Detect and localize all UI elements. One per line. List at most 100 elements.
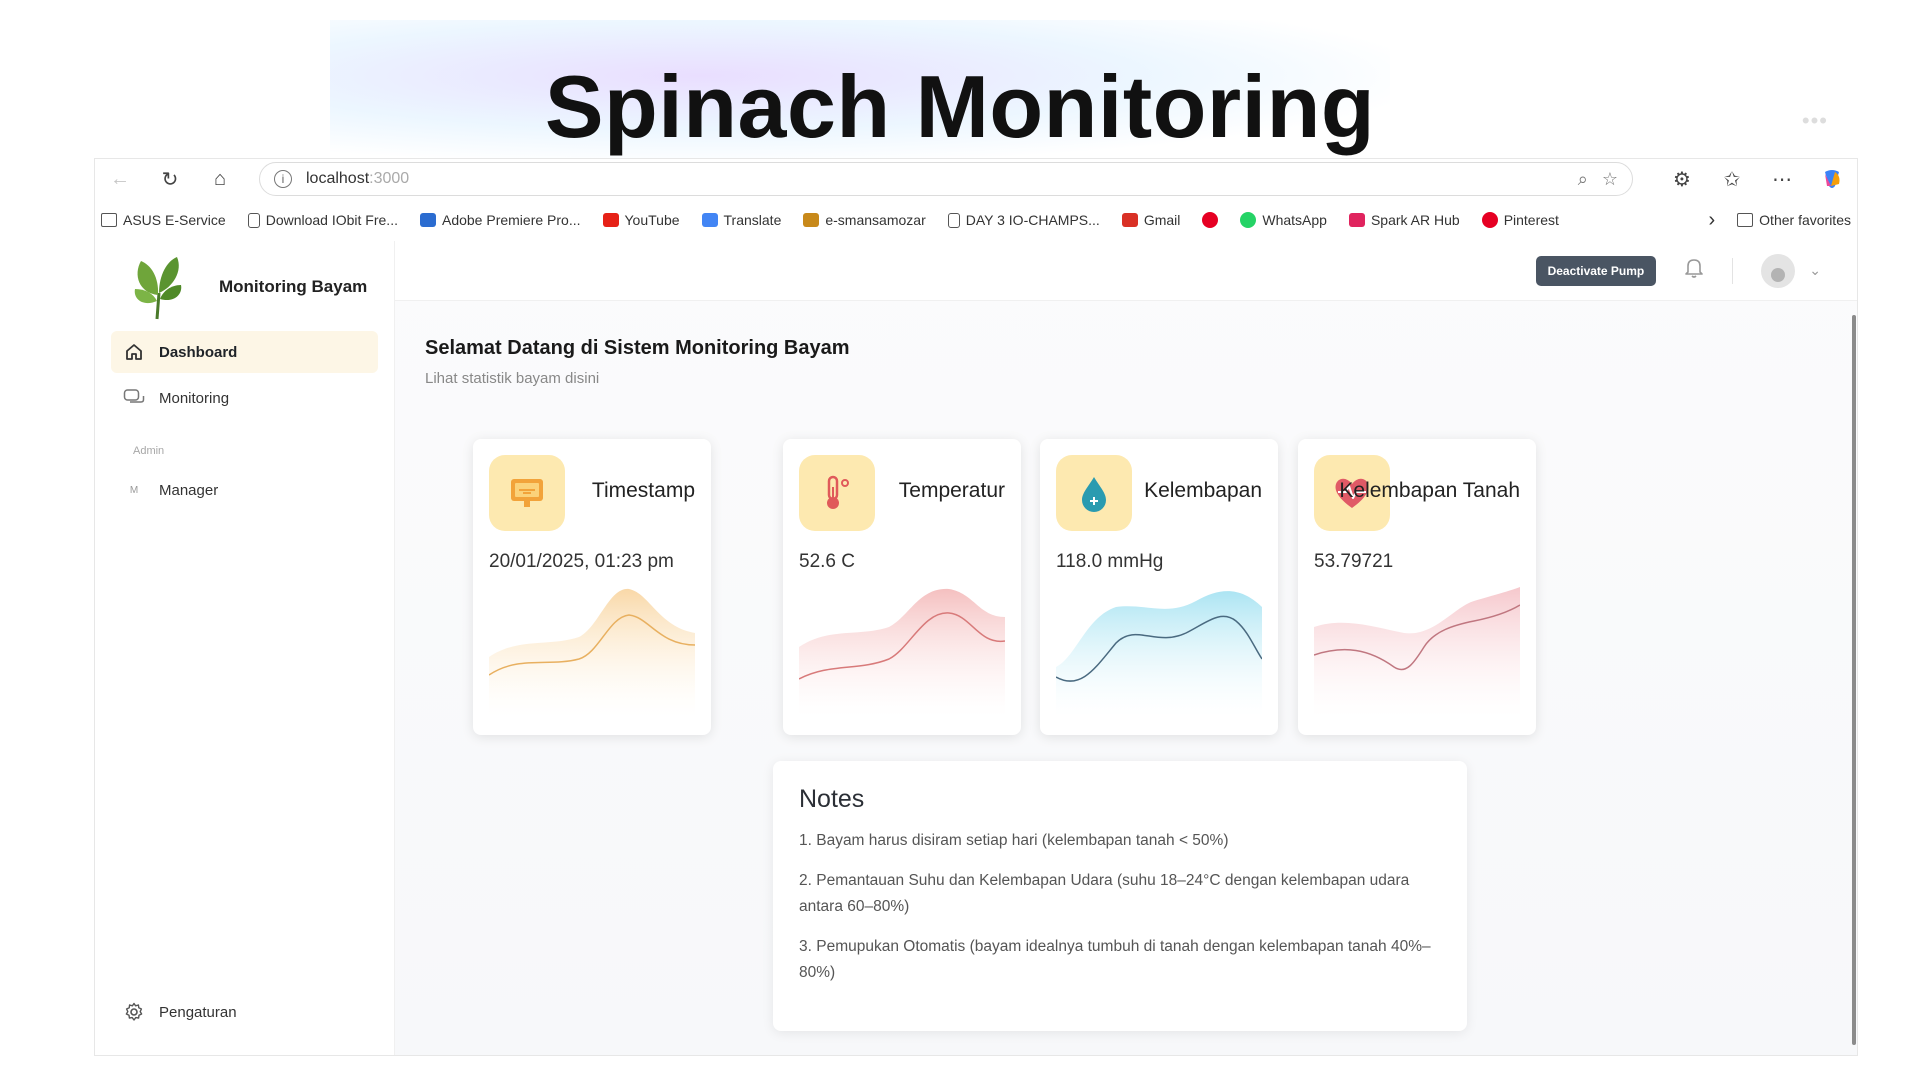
sidebar-item-settings[interactable]: Pengaturan	[111, 991, 249, 1033]
bookmark-label: Download IObit Fre...	[265, 212, 398, 228]
translate-icon	[701, 213, 718, 227]
sidebar-item-label: Monitoring	[159, 389, 230, 407]
card-value: 118.0 mmHg	[1056, 551, 1164, 572]
avatar[interactable]	[1761, 253, 1796, 288]
manager-letter-icon: M	[129, 484, 139, 496]
notes-item: 3. Pemupukan Otomatis (bayam idealnya tu…	[799, 938, 1431, 981]
sidebar-item-manager[interactable]: M Manager	[111, 469, 378, 511]
page-subtitle: Lihat statistik bayam disini	[425, 370, 600, 387]
document-icon	[947, 212, 960, 228]
folder-icon	[101, 213, 117, 227]
sidebar-item-label: Dashboard	[159, 343, 238, 361]
sidebar-item-dashboard[interactable]: Dashboard	[111, 331, 378, 373]
adobe-icon	[419, 213, 436, 227]
bookmark-label: ASUS E-Service	[123, 212, 226, 228]
brand-name: Monitoring Bayam	[219, 277, 368, 296]
card-value: 52.6 C	[799, 551, 855, 572]
water-drop-icon	[1056, 455, 1132, 531]
card-title: Temperatur	[898, 479, 1005, 502]
pinterest-icon	[1481, 212, 1498, 228]
gmail-icon	[1121, 213, 1138, 227]
whatsapp-icon	[1240, 212, 1257, 228]
temperatur-sparkline	[799, 588, 1005, 717]
url-text[interactable]: localhost:3000	[306, 170, 1564, 188]
chevron-down-icon[interactable]: ⌄	[1809, 262, 1821, 279]
bookmark-item[interactable]: e-smansamozar	[803, 212, 926, 228]
zoom-icon[interactable]: ⌕	[1578, 169, 1588, 190]
copilot-icon[interactable]	[1817, 164, 1847, 194]
bookmark-item[interactable]: Download IObit Fre...	[247, 212, 398, 228]
bookmark-label: DAY 3 IO-CHAMPS...	[965, 212, 1100, 228]
notes-panel: Notes 1. Bayam harus disiram setiap hari…	[773, 761, 1467, 1031]
card-title: Kelembapan Tanah	[1339, 479, 1520, 502]
bookmark-item[interactable]: Pinterest	[1481, 212, 1559, 228]
brand: Monitoring Bayam	[95, 241, 394, 327]
document-icon	[247, 212, 260, 228]
scrollbar-thumb[interactable]	[1852, 315, 1856, 1045]
refresh-icon[interactable]: ↻	[155, 164, 185, 194]
card-temperatur: Temperatur 52.6 C	[783, 439, 1021, 735]
spinach-logo-icon	[134, 257, 182, 320]
browser-window: ← ↻ ⌂ i localhost:3000 ⌕ ☆ ⚙ ✩ ⋯ ASUS E-…	[94, 158, 1858, 1056]
thermometer-icon	[799, 455, 875, 531]
sidebar-item-label: Pengaturan	[159, 1003, 237, 1021]
sidebar-item-label: Manager	[159, 481, 219, 499]
bookmark-item[interactable]: YouTube	[602, 212, 680, 228]
card-value: 53.79721	[1314, 551, 1394, 572]
bookmark-label: Spark AR Hub	[1370, 212, 1460, 228]
bookmark-item[interactable]: ASUS E-Service	[101, 212, 226, 228]
kelembapan-sparkline	[1056, 591, 1262, 717]
bookmark-item[interactable]: DAY 3 IO-CHAMPS...	[947, 212, 1100, 228]
site-info-icon[interactable]: i	[274, 170, 292, 188]
extensions-icon[interactable]: ⚙	[1667, 164, 1697, 194]
chat-icon	[123, 387, 145, 409]
bookmark-label: YouTube	[624, 212, 680, 228]
hero-banner: Spinach Monitoring •••	[0, 0, 1920, 160]
deactivate-pump-button[interactable]: Deactivate Pump	[1535, 255, 1657, 286]
scrollbar[interactable]	[1849, 303, 1857, 1055]
more-dots-icon: •••	[1801, 108, 1828, 133]
divider	[1732, 257, 1734, 284]
bookmark-item[interactable]: Gmail	[1121, 212, 1181, 228]
favorite-star-icon[interactable]: ☆	[1602, 169, 1618, 190]
bookmark-item[interactable]: Translate	[701, 212, 782, 228]
card-timestamp: Timestamp 20/01/2025, 01:23 pm	[473, 439, 711, 735]
bookmark-label: e-smansamozar	[825, 212, 926, 228]
bell-icon[interactable]	[1684, 257, 1704, 285]
notes-item: 2. Pemantauan Suhu dan Kelembapan Udara …	[799, 872, 1410, 915]
bookmark-label: Gmail	[1143, 212, 1181, 228]
bookmark-item[interactable]: Spark AR Hub	[1348, 212, 1460, 228]
hero-title: Spinach Monitoring	[544, 57, 1376, 156]
card-title: Kelembapan	[1144, 479, 1262, 502]
bookmark-label: WhatsApp	[1262, 212, 1327, 228]
top-bar: Deactivate Pump ⌄	[395, 241, 1857, 301]
bookmark-item[interactable]	[1202, 212, 1219, 228]
sidebar-nav: Dashboard Monitoring Admin M Manager	[95, 331, 394, 511]
bookmark-label: Translate	[723, 212, 782, 228]
card-kelembapan-tanah: Kelembapan Tanah 53.79721	[1298, 439, 1536, 735]
school-icon	[803, 213, 820, 227]
app-container: Monitoring Bayam Dashboard Monitoring Ad…	[95, 241, 1857, 1055]
back-arrow-icon[interactable]: ←	[105, 164, 135, 194]
pinterest-icon	[1202, 212, 1219, 228]
more-menu-icon[interactable]: ⋯	[1767, 164, 1797, 194]
sidebar-item-monitoring[interactable]: Monitoring	[111, 377, 378, 419]
card-kelembapan: Kelembapan 118.0 mmHg	[1040, 439, 1278, 735]
nav-section-admin: Admin	[133, 445, 165, 457]
chevron-right-icon[interactable]: ›	[1709, 209, 1716, 232]
welcome-section: Selamat Datang di Sistem Monitoring Baya…	[425, 337, 850, 387]
bookmark-label: Other favorites	[1759, 212, 1851, 228]
bookmark-item[interactable]: Adobe Premiere Pro...	[419, 212, 581, 228]
bookmark-item[interactable]: WhatsApp	[1240, 212, 1327, 228]
other-favorites[interactable]: Other favorites	[1737, 212, 1851, 228]
kelembapan-tanah-sparkline	[1314, 587, 1520, 717]
main-content: Deactivate Pump ⌄ Selamat Datang di Sist…	[395, 241, 1857, 1055]
card-value: 20/01/2025, 01:23 pm	[489, 551, 674, 572]
favorites-icon[interactable]: ✩	[1717, 164, 1747, 194]
sidebar-footer: Pengaturan	[111, 991, 249, 1037]
folder-icon	[1737, 213, 1754, 227]
home-icon[interactable]: ⌂	[205, 164, 235, 194]
bookmark-label: Pinterest	[1503, 212, 1559, 228]
address-bar[interactable]: i localhost:3000 ⌕ ☆	[259, 162, 1633, 196]
youtube-icon	[602, 213, 619, 227]
